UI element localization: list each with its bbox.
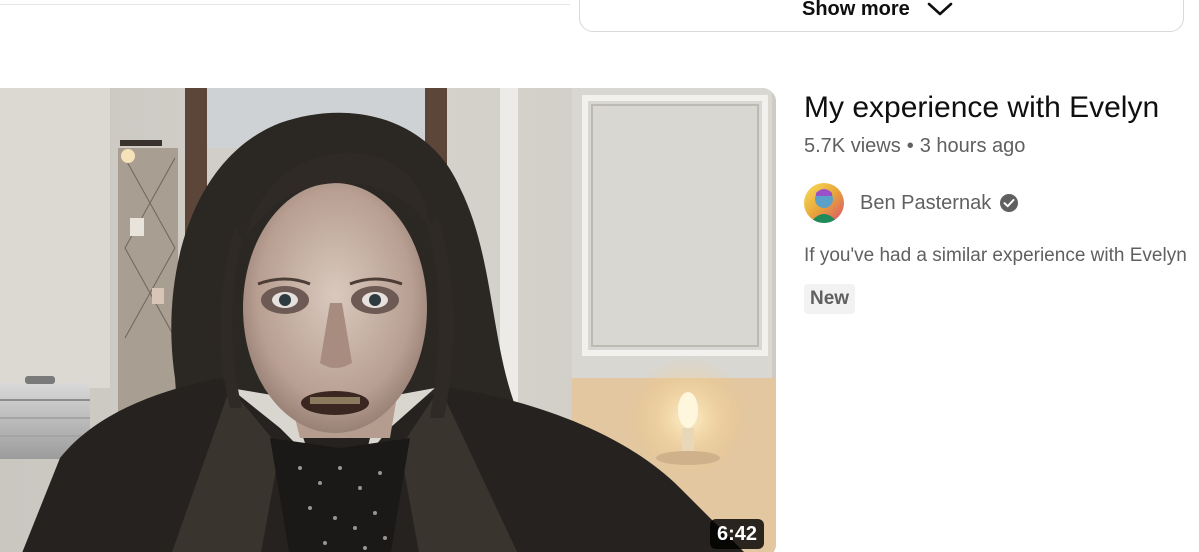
- page: Show more 6:42 My experience with Evelyn…: [0, 0, 1199, 552]
- chevron-down-icon: [927, 2, 953, 16]
- video-duration-badge: 6:42: [709, 519, 764, 549]
- video-details: My experience with Evelyn 5.7K views • 3 h…: [804, 88, 1199, 314]
- upload-age: 3 hours ago: [919, 135, 1026, 157]
- video-title[interactable]: My experience with Evelyn: [804, 88, 1199, 128]
- channel-name[interactable]: Ben Pasternak: [860, 189, 991, 217]
- meta-separator: •: [906, 135, 914, 157]
- section-divider: [0, 4, 570, 5]
- avatar-image: [804, 183, 844, 223]
- show-more-button[interactable]: Show more: [579, 0, 1184, 32]
- video-metadata: 5.7K views • 3 hours ago: [804, 132, 1199, 160]
- channel-avatar[interactable]: [804, 183, 844, 223]
- verified-check-icon: [1000, 194, 1019, 212]
- video-description-snippet: If you've had a similar experience with …: [804, 245, 1187, 266]
- channel-row: Ben Pasternak: [804, 182, 1199, 224]
- view-count: 5.7K views: [804, 135, 901, 157]
- video-thumbnail[interactable]: 6:42: [0, 88, 776, 552]
- thumbnail-image: [0, 88, 776, 552]
- show-more-content: Show more: [802, 0, 954, 21]
- show-more-label: Show more: [802, 0, 910, 20]
- new-badge: New: [804, 284, 856, 314]
